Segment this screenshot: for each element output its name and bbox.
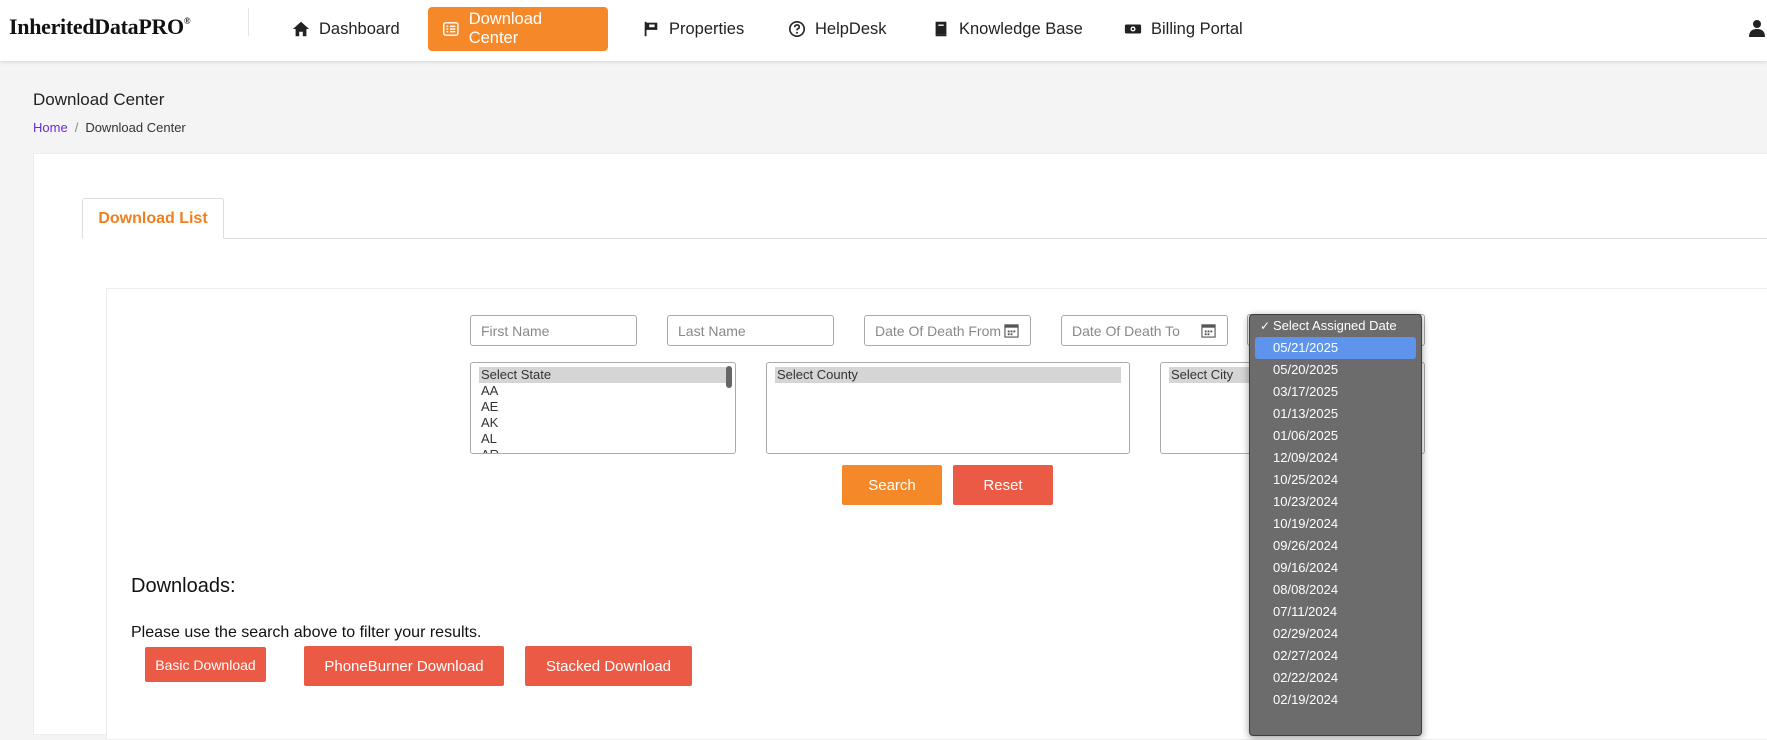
breadcrumb-current: Download Center bbox=[85, 120, 186, 135]
calendar-icon[interactable] bbox=[1201, 323, 1216, 338]
user-icon[interactable] bbox=[1747, 18, 1767, 38]
basic-download-button[interactable]: Basic Download bbox=[145, 647, 266, 682]
nav-item-helpdesk[interactable]: HelpDesk bbox=[774, 7, 901, 51]
assigned-date-option[interactable]: 07/11/2024 bbox=[1250, 601, 1421, 623]
breadcrumb-home-link[interactable]: Home bbox=[33, 120, 68, 135]
assigned-date-option[interactable]: 10/25/2024 bbox=[1250, 469, 1421, 491]
state-option[interactable]: AR bbox=[481, 447, 725, 453]
nav-item-billing-portal[interactable]: Billing Portal bbox=[1110, 7, 1257, 51]
state-option[interactable]: AA bbox=[481, 383, 725, 399]
nav-item-label: HelpDesk bbox=[815, 19, 887, 38]
assigned-date-option[interactable]: 02/27/2024 bbox=[1250, 645, 1421, 667]
nav-item-download-center[interactable]: Download Center bbox=[428, 7, 608, 51]
nav-divider bbox=[248, 8, 249, 36]
assigned-date-option[interactable]: 02/29/2024 bbox=[1250, 623, 1421, 645]
assigned-date-option[interactable]: 05/20/2025 bbox=[1250, 359, 1421, 381]
phoneburner-download-button[interactable]: PhoneBurner Download bbox=[304, 646, 504, 686]
book-icon bbox=[935, 21, 947, 37]
money-bill-icon bbox=[1124, 24, 1142, 34]
assigned-date-option[interactable]: 02/22/2024 bbox=[1250, 667, 1421, 689]
assigned-date-option[interactable]: 01/06/2025 bbox=[1250, 425, 1421, 447]
assigned-date-option[interactable]: 12/09/2024 bbox=[1250, 447, 1421, 469]
nav-item-dashboard[interactable]: Dashboard bbox=[278, 7, 414, 51]
nav-item-properties[interactable]: Properties bbox=[628, 7, 758, 51]
brand-logo[interactable]: InheritedDataPRO® bbox=[9, 14, 191, 40]
assigned-date-option[interactable]: 09/16/2024 bbox=[1250, 557, 1421, 579]
assigned-date-option[interactable]: 03/17/2025 bbox=[1250, 381, 1421, 403]
nav-item-label: Properties bbox=[669, 19, 745, 38]
assigned-date-option[interactable]: 08/08/2024 bbox=[1250, 579, 1421, 601]
brand-name: InheritedDataPRO bbox=[9, 14, 184, 39]
breadcrumb: Home / Download Center bbox=[33, 120, 186, 135]
state-option-selected[interactable]: Select State bbox=[479, 367, 727, 383]
top-navbar: InheritedDataPRO® Dashboard Download Cen… bbox=[0, 0, 1767, 61]
flag-icon bbox=[644, 21, 658, 37]
nav-item-label: Dashboard bbox=[319, 19, 400, 38]
assigned-date-option[interactable]: 09/26/2024 bbox=[1250, 535, 1421, 557]
nav-item-knowledge-base[interactable]: Knowledge Base bbox=[918, 7, 1097, 51]
scrollbar-thumb[interactable] bbox=[726, 366, 732, 388]
reset-button[interactable]: Reset bbox=[953, 465, 1053, 505]
stacked-download-button[interactable]: Stacked Download bbox=[525, 646, 692, 686]
last-name-input[interactable] bbox=[667, 315, 834, 346]
assigned-date-dropdown[interactable]: Select Assigned Date 05/21/2025 05/20/20… bbox=[1249, 314, 1422, 736]
nav-item-label: Download Center bbox=[468, 10, 543, 47]
first-name-input[interactable] bbox=[470, 315, 637, 346]
county-option-selected[interactable]: Select County bbox=[775, 367, 1121, 383]
list-icon bbox=[443, 22, 459, 36]
assigned-date-option-placeholder[interactable]: Select Assigned Date bbox=[1250, 315, 1421, 337]
state-option[interactable]: AL bbox=[481, 431, 725, 447]
calendar-icon[interactable] bbox=[1004, 323, 1019, 338]
state-option[interactable]: AE bbox=[481, 399, 725, 415]
downloads-heading: Downloads: bbox=[131, 575, 236, 597]
assigned-date-option[interactable]: 10/19/2024 bbox=[1250, 513, 1421, 535]
tab-bar-line bbox=[82, 238, 1767, 239]
state-option[interactable]: AK bbox=[481, 415, 725, 431]
nav-item-label: Knowledge Base bbox=[959, 19, 1083, 38]
search-button[interactable]: Search bbox=[842, 465, 942, 505]
page-title: Download Center bbox=[33, 90, 165, 109]
assigned-date-option[interactable]: 02/19/2024 bbox=[1250, 689, 1421, 711]
state-listbox[interactable]: Select State AA AE AK AL AR bbox=[470, 362, 736, 454]
assigned-date-option-highlighted[interactable]: 05/21/2025 bbox=[1255, 337, 1416, 359]
tab-download-list[interactable]: Download List bbox=[82, 198, 224, 239]
breadcrumb-separator: / bbox=[74, 120, 79, 135]
brand-registered-mark: ® bbox=[183, 16, 191, 26]
downloads-note: Please use the search above to filter yo… bbox=[131, 624, 482, 641]
question-circle-icon bbox=[788, 20, 806, 38]
county-listbox[interactable]: Select County bbox=[766, 362, 1130, 454]
nav-item-label: Billing Portal bbox=[1151, 19, 1243, 38]
home-icon bbox=[292, 21, 310, 37]
assigned-date-option[interactable]: 10/23/2024 bbox=[1250, 491, 1421, 513]
assigned-date-option[interactable]: 01/13/2025 bbox=[1250, 403, 1421, 425]
